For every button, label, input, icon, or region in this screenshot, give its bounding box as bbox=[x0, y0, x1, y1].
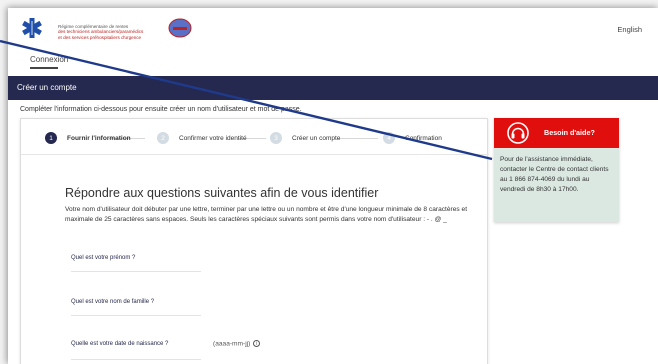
language-toggle-link[interactable]: English bbox=[617, 25, 642, 34]
step-number: 1 bbox=[45, 132, 57, 144]
logo-text: Régime complémentaire de rentes des tech… bbox=[58, 24, 143, 40]
step-2: 2 Confirmer votre identité bbox=[157, 132, 247, 144]
date-format-text: (aaaa-mm-jj) bbox=[213, 340, 251, 348]
info-icon[interactable]: i bbox=[253, 340, 261, 347]
step-label: Fournir l'information bbox=[67, 134, 131, 142]
step-label: Confirmer votre identité bbox=[179, 134, 247, 142]
progress-stepper: 1 Fournir l'information 2 Confirmer votr… bbox=[21, 119, 489, 155]
form-heading: Répondre aux questions suivantes afin de… bbox=[65, 186, 379, 200]
emblem-icon bbox=[168, 18, 192, 38]
first-name-input[interactable] bbox=[71, 271, 201, 272]
step-number: 4 bbox=[383, 132, 395, 144]
step-3: 3 Créer un compte bbox=[270, 132, 340, 144]
help-panel-body: Pour de l'assistance immédiate, contacte… bbox=[494, 148, 619, 222]
step-label: Confirmation bbox=[405, 134, 442, 142]
intro-text: Compléter l'information ci-dessous pour … bbox=[20, 106, 302, 113]
help-panel-header: Besoin d'aide? bbox=[494, 118, 619, 148]
page-title: Créer un compte bbox=[17, 83, 77, 92]
stepper-connector bbox=[338, 138, 378, 139]
step-number: 3 bbox=[270, 132, 282, 144]
logo-line-3: et des services préhospitaliers d'urgenc… bbox=[58, 34, 142, 40]
step-label: Créer un compte bbox=[292, 134, 341, 142]
step-number: 2 bbox=[157, 132, 169, 144]
username-rules-text: Votre nom d'utilisateur doit débuter par… bbox=[65, 206, 468, 224]
first-name-label: Quel est votre prénom ? bbox=[71, 255, 136, 261]
help-panel: Besoin d'aide? Pour de l'assistance immé… bbox=[494, 118, 619, 222]
page-title-bar: Créer un compte bbox=[8, 76, 658, 100]
registration-form-card: 1 Fournir l'information 2 Confirmer votr… bbox=[20, 118, 489, 364]
date-of-birth-input[interactable] bbox=[71, 359, 201, 360]
connexion-link[interactable]: Connexion bbox=[30, 55, 68, 64]
site-header: Régime complémentaire de rentes des tech… bbox=[8, 8, 658, 76]
browser-page: Régime complémentaire de rentes des tech… bbox=[8, 8, 658, 364]
headset-icon bbox=[507, 122, 529, 144]
date-of-birth-hint: (aaaa-mm-jj) i bbox=[213, 340, 261, 348]
last-name-input[interactable] bbox=[71, 315, 201, 316]
help-panel-title: Besoin d'aide? bbox=[544, 128, 595, 137]
organization-logo[interactable]: Régime complémentaire de rentes des tech… bbox=[20, 14, 200, 50]
date-of-birth-label: Quelle est votre date de naissance ? bbox=[71, 341, 169, 347]
step-4: 4 Confirmation bbox=[383, 132, 442, 144]
connexion-underline bbox=[30, 67, 58, 69]
step-1: 1 Fournir l'information bbox=[45, 132, 131, 144]
last-name-label: Quel est votre nom de famille ? bbox=[71, 299, 155, 305]
